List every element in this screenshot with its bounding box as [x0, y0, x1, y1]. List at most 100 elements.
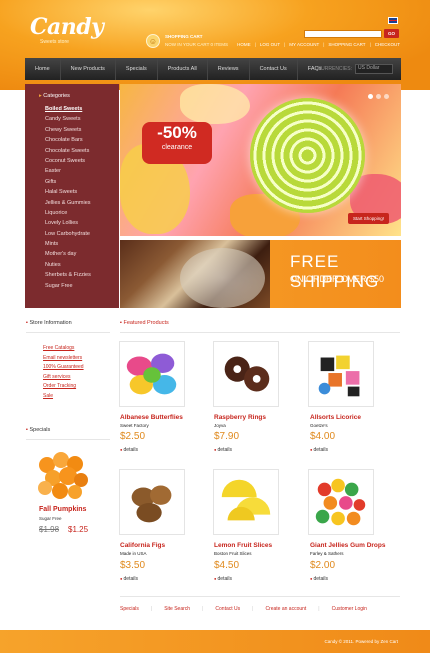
special-product-name[interactable]: Fall Pumpkins [39, 506, 86, 513]
category-item[interactable]: Chocolate Sweets [45, 146, 119, 156]
product-name[interactable]: Lemon Fruit Slices [214, 542, 272, 549]
nav-contact[interactable]: Contact Us [250, 58, 298, 80]
footer-link-contact[interactable]: Contact Us [215, 606, 240, 612]
special-product-image[interactable] [35, 450, 90, 500]
category-item[interactable]: Chocolate Bars [45, 135, 119, 145]
special-product-sub: Sugar Free [39, 516, 62, 521]
category-item[interactable]: Gifts [45, 177, 119, 187]
footer-link-login[interactable]: Customer Login [332, 606, 367, 612]
category-item[interactable]: Lovely Lollies [45, 218, 119, 228]
product-brand: Made in USA [120, 551, 147, 556]
product-details-link[interactable]: details [120, 447, 138, 453]
clearance-banner[interactable]: -50% clearance Start Shopping! [120, 84, 401, 236]
product-name[interactable]: Albanese Butterflies [120, 414, 183, 421]
store-info-links: Free Catalogs Email newsletters 100% Gua… [43, 344, 84, 402]
info-link[interactable]: Email newsletters [43, 354, 84, 364]
product-details-link[interactable]: details [214, 447, 232, 453]
free-shipping-title: FREE SHIPPING [290, 252, 380, 291]
category-item[interactable]: Coconut Sweets [45, 156, 119, 166]
product-details-link[interactable]: details [120, 576, 138, 582]
product-image-rings[interactable] [213, 341, 279, 407]
info-link[interactable]: Sale [43, 392, 84, 402]
footer-link-specials[interactable]: Specials [120, 606, 139, 612]
product-details-link[interactable]: details [310, 447, 328, 453]
slider-dot[interactable] [384, 94, 389, 99]
divider [120, 596, 400, 597]
nav-home[interactable]: Home [25, 58, 61, 80]
category-item[interactable]: Easter [45, 166, 119, 176]
cart-icon[interactable]: ☺ [146, 34, 160, 48]
product-image-lemon-slices[interactable] [213, 469, 279, 535]
sale-badge: -50% clearance [142, 122, 212, 164]
cart-title[interactable]: SHOPPING CART [165, 34, 203, 39]
product-details-link[interactable]: details [214, 576, 232, 582]
product-name[interactable]: Allsorts Licorice [310, 414, 361, 421]
footer-bar: Candy © 2011. Powered by Zen Cart [0, 630, 430, 653]
product-image-gum-drops[interactable] [308, 469, 374, 535]
free-shipping-banner[interactable]: FREE SHIPPING ON ORDER OVER $50 [120, 240, 401, 308]
product-price: $4.50 [214, 560, 240, 571]
product-brand: Farley & Sathers [310, 551, 344, 556]
category-item[interactable]: Sugar Free [45, 281, 119, 291]
start-shopping-button[interactable]: Start Shopping! [347, 213, 389, 224]
footer-links: Specials | Site Search | Contact Us | Creat… [120, 606, 367, 612]
site-logo[interactable]: Candy [30, 14, 104, 40]
specials-title: Specials [26, 427, 50, 433]
product-name[interactable]: Giant Jellies Gum Drops [310, 542, 386, 549]
top-links: HOME | LOG OUT | MY ACCOUNT | SHOPPING CART… [237, 42, 400, 47]
category-item[interactable]: Halal Sweets [45, 187, 119, 197]
info-link[interactable]: 100% Guaranteed [43, 363, 84, 373]
product-price: $4.00 [310, 431, 336, 442]
category-item[interactable]: Nuties [45, 260, 119, 270]
top-link-cart[interactable]: SHOPPING CART [328, 42, 365, 47]
product-image-licorice[interactable] [308, 341, 374, 407]
top-link-home[interactable]: HOME [237, 42, 251, 47]
product-brand: Sweet Factory [120, 423, 149, 428]
category-item[interactable]: Mother's day [45, 249, 119, 259]
product-price: $2.50 [120, 431, 146, 442]
free-shipping-subtitle: ON ORDER OVER $50 [290, 274, 385, 284]
top-link-checkout[interactable]: CHECKOUT [375, 42, 400, 47]
divider [26, 439, 110, 440]
special-old-price: $1.98 [39, 525, 60, 534]
product-brand: Boston Fruit Slices [214, 551, 252, 556]
product-name[interactable]: Raspberry Rings [214, 414, 266, 421]
category-item[interactable]: Mints [45, 239, 119, 249]
category-item[interactable]: Liquorice [45, 208, 119, 218]
product-brand: Goetze's [310, 423, 328, 428]
footer-link-create-account[interactable]: Create an account [265, 606, 306, 612]
special-new-price: $1.25 [68, 525, 89, 534]
cart-status: NOW IN YOUR CART 0 ITEMS [165, 42, 229, 47]
currency-select[interactable]: US Dollar [355, 64, 393, 74]
language-flag-icon[interactable] [388, 17, 398, 24]
nav-specials[interactable]: Specials [116, 58, 158, 80]
divider [120, 332, 400, 333]
info-link[interactable]: Free Catalogs [43, 344, 84, 354]
nav-reviews[interactable]: Reviews [208, 58, 250, 80]
category-item[interactable]: Chewy Sweets [45, 125, 119, 135]
search-input[interactable] [304, 30, 382, 38]
product-image-figs[interactable] [119, 469, 185, 535]
search-button[interactable]: GO [384, 29, 399, 38]
category-item[interactable]: Sherbets & Fizzies [45, 270, 119, 280]
currency-selector: CURRENCIES: US Dollar [318, 64, 393, 74]
nav-products-all[interactable]: Products All [158, 58, 208, 80]
category-item[interactable]: Boiled Sweets [45, 104, 119, 114]
footer-link-search[interactable]: Site Search [164, 606, 190, 612]
sale-discount: -50% [157, 123, 197, 142]
slider-dot[interactable] [368, 94, 373, 99]
nav-new-products[interactable]: New Products [61, 58, 116, 80]
category-item[interactable]: Candy Sweets [45, 114, 119, 124]
top-link-logout[interactable]: LOG OUT [260, 42, 280, 47]
info-link[interactable]: Gift services [43, 373, 84, 383]
top-link-account[interactable]: MY ACCOUNT [289, 42, 319, 47]
product-details-link[interactable]: details [310, 576, 328, 582]
divider [26, 332, 110, 333]
category-item[interactable]: Jellies & Gummies [45, 198, 119, 208]
info-link[interactable]: Order Tracking [43, 382, 84, 392]
product-price: $7.90 [214, 431, 240, 442]
product-name[interactable]: California Figs [120, 542, 165, 549]
slider-dot[interactable] [376, 94, 381, 99]
product-image-butterflies[interactable] [119, 341, 185, 407]
category-item[interactable]: Low Carbohydrate [45, 229, 119, 239]
